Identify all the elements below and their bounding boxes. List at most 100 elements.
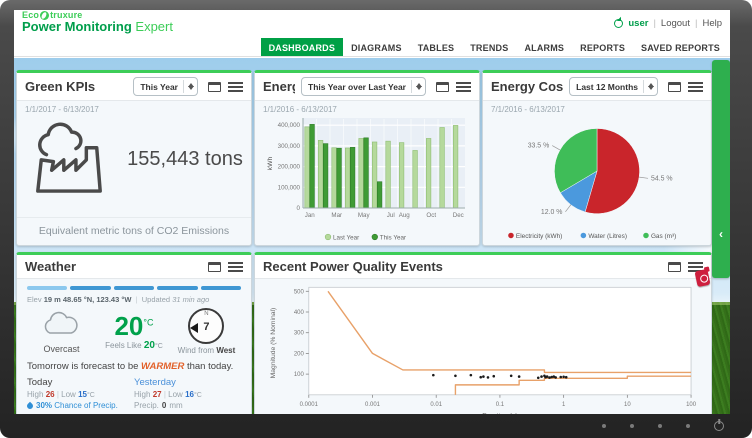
widget-energy: Energy ... This Year over Last Year 1/1/… xyxy=(254,70,480,246)
kpi-value: 155,443 tons xyxy=(127,148,243,171)
monitor-button xyxy=(686,424,690,428)
menu-icon[interactable] xyxy=(228,82,243,92)
alarm-snapshot-icon[interactable] xyxy=(694,269,710,287)
forecast-sentence: Tomorrow is forecast to be WARMER than t… xyxy=(27,361,241,372)
energy-cost-period-select[interactable]: Last 12 Months xyxy=(569,77,658,96)
svg-text:100: 100 xyxy=(686,402,697,408)
dropdown-arrows-icon xyxy=(643,80,654,93)
maximize-icon[interactable] xyxy=(208,262,221,272)
maximize-icon[interactable] xyxy=(668,82,681,92)
monitor-controls xyxy=(602,421,724,431)
svg-text:Last Year: Last Year xyxy=(333,235,359,242)
pq-scatter-chart[interactable]: 1002003004005000.00010.0010.010.1110100D… xyxy=(263,283,703,414)
svg-text:Duration (s): Duration (s) xyxy=(482,413,517,414)
tab-reports[interactable]: REPORTS xyxy=(572,38,633,56)
condition-label: Overcast xyxy=(27,344,96,354)
maximize-icon[interactable] xyxy=(208,82,221,92)
screen: Ecotruxure Power Monitoring Expert user … xyxy=(14,10,730,414)
product-title-bold: Power Monitoring xyxy=(22,19,132,34)
today-high-low: High 26 | Low 15°C xyxy=(27,390,134,399)
period-value: Last 12 Months xyxy=(576,82,638,92)
today-yesterday-columns: Today High 26 | Low 15°C 30% Chance of P… xyxy=(27,377,241,410)
energy-bar-chart[interactable]: 0100,000200,000300,000400,000JanMarMayJu… xyxy=(263,114,471,246)
nav-tabs: DASHBOARDSDIAGRAMSTABLESTRENDSALARMSREPO… xyxy=(14,38,730,57)
coordinates-value: 48.65 °N, 123.43 °W xyxy=(63,295,132,304)
weather-current: Overcast 20°C Feels Like 20°C N xyxy=(27,308,241,355)
yesterday-precip: Precip. 0 mm xyxy=(134,401,241,410)
svg-text:33.5 %: 33.5 % xyxy=(528,142,550,149)
today-precip: 30% Chance of Precip. xyxy=(27,401,134,410)
svg-text:0.0001: 0.0001 xyxy=(300,402,319,408)
tab-diagrams[interactable]: DIAGRAMS xyxy=(343,38,410,56)
wind-compass: N 7 xyxy=(188,308,224,344)
widget-weather: Weather Elev 19 m 48.65 °N, 123.43 °W | … xyxy=(16,252,252,414)
tab-alarms[interactable]: ALARMS xyxy=(516,38,572,56)
widget-title: Weather xyxy=(25,259,76,274)
svg-text:200,000: 200,000 xyxy=(278,164,301,171)
date-range: 1/1/2017 - 6/13/2017 xyxy=(25,105,243,114)
svg-text:Dec: Dec xyxy=(453,212,464,219)
period-value: This Year over Last Year xyxy=(308,82,406,92)
logout-link[interactable]: Logout xyxy=(661,18,690,29)
dropdown-arrows-icon xyxy=(183,80,194,93)
svg-text:1: 1 xyxy=(562,402,566,408)
svg-text:Aug: Aug xyxy=(399,212,411,219)
separator: | xyxy=(695,18,697,29)
menu-icon[interactable] xyxy=(688,82,703,92)
chevron-left-icon: ‹ xyxy=(719,228,723,240)
green-kpis-period-select[interactable]: This Year xyxy=(133,77,198,96)
widget-title: Energy Cost Brea... xyxy=(491,79,563,94)
svg-text:100: 100 xyxy=(294,372,305,378)
wind-arrow-icon xyxy=(185,323,198,333)
help-link[interactable]: Help xyxy=(702,18,722,29)
product-title: Power Monitoring Expert xyxy=(22,20,173,34)
widget-green-kpis: Green KPIs This Year 1/1/2017 - 6/13/201… xyxy=(16,70,252,246)
user-link[interactable]: user xyxy=(628,18,648,29)
app-header: Ecotruxure Power Monitoring Expert user … xyxy=(14,10,730,38)
yesterday-high-low: High 27 | Low 16°C xyxy=(134,390,241,399)
widget-title: Recent Power Quality Events xyxy=(263,259,443,274)
svg-text:Electricity (kWh): Electricity (kWh) xyxy=(516,233,562,240)
energy-period-select[interactable]: This Year over Last Year xyxy=(301,77,426,96)
menu-icon[interactable] xyxy=(456,82,471,92)
monitor-button xyxy=(658,424,662,428)
power-button-icon xyxy=(714,421,724,431)
menu-icon[interactable] xyxy=(228,262,243,272)
session-links: user | Logout | Help xyxy=(614,18,722,29)
location-line: Elev 19 m 48.65 °N, 123.43 °W | Updated … xyxy=(27,295,241,304)
maximize-icon[interactable] xyxy=(436,82,449,92)
slide-panel-handle[interactable]: ‹ xyxy=(712,60,730,278)
svg-text:May: May xyxy=(358,212,371,219)
monitor-button xyxy=(602,424,606,428)
widget-title: Energy ... xyxy=(263,79,295,94)
date-range: 7/1/2016 - 6/13/2017 xyxy=(491,105,703,114)
compass-north-label: N xyxy=(204,311,208,317)
yesterday-label: Yesterday xyxy=(134,377,241,388)
svg-text:0.01: 0.01 xyxy=(430,402,442,408)
svg-text:Gas (m³): Gas (m³) xyxy=(651,233,676,240)
tab-saved-reports[interactable]: SAVED REPORTS xyxy=(633,38,728,56)
energy-cost-pie-chart[interactable]: 54.5 %12.0 %33.5 %Electricity (kWh)Water… xyxy=(491,114,703,244)
date-range: 1/1/2016 - 6/13/2017 xyxy=(263,105,471,114)
maximize-icon[interactable] xyxy=(668,262,681,272)
forecast-emphasis: WARMER xyxy=(141,361,184,372)
svg-text:300,000: 300,000 xyxy=(278,143,301,150)
widget-pq-events: Recent Power Quality Events 100200300400… xyxy=(254,252,712,414)
wind-speed-value: 7 xyxy=(203,321,209,333)
tab-tables[interactable]: TABLES xyxy=(410,38,463,56)
svg-text:200: 200 xyxy=(294,351,305,357)
widget-title: Green KPIs xyxy=(25,79,95,94)
monitor-button xyxy=(630,424,634,428)
svg-text:Jul: Jul xyxy=(387,212,395,219)
svg-text:0: 0 xyxy=(297,205,301,212)
ecostruxure-logo: Ecotruxure Power Monitoring Expert xyxy=(22,11,173,34)
svg-text:Jan: Jan xyxy=(305,212,316,219)
dropdown-arrows-icon xyxy=(411,80,422,93)
widget-energy-cost: Energy Cost Brea... Last 12 Months 7/1/2… xyxy=(482,70,712,246)
svg-text:Water (Litres): Water (Litres) xyxy=(588,233,627,240)
tab-trends[interactable]: TRENDS xyxy=(462,38,516,56)
tab-dashboards[interactable]: DASHBOARDS xyxy=(261,38,344,56)
dashboard: Green KPIs This Year 1/1/2017 - 6/13/201… xyxy=(14,58,730,414)
period-value: This Year xyxy=(140,82,178,92)
wind-direction: Wind from West xyxy=(172,346,241,355)
